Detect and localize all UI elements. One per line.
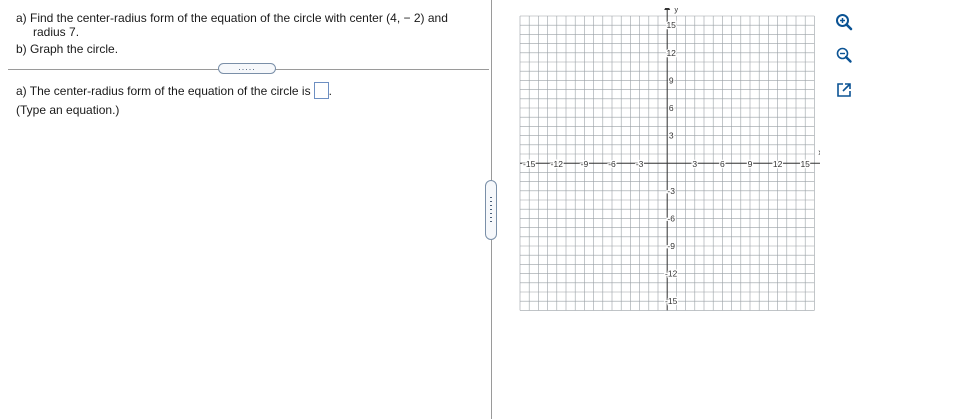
y-tick-label: 12 [666,48,676,58]
coordinate-grid[interactable]: x y -15 -12 -9 -6 -3 3 6 9 12 15 15 12 9 6 3 -3 -6 -9 -12 -15 [508,4,831,328]
popout-icon[interactable] [835,81,853,99]
x-tick-label: -6 [608,159,616,169]
x-tick-label: -15 [523,159,536,169]
x-tick-label: 6 [720,159,725,169]
question-pane: a) Find the center-radius form of the eq… [0,0,491,419]
y-axis-label: y [674,8,678,14]
y-tick-label: 15 [666,20,676,30]
answer-suffix: . [328,84,332,98]
x-tick-label: -3 [636,159,644,169]
grip-icon [490,197,492,223]
expand-more-button[interactable]: ..... [218,63,276,74]
zoom-in-icon[interactable] [835,13,853,31]
answer-prompt: a) The center-radius form of the equatio… [16,84,311,98]
x-tick-label: 12 [773,159,783,169]
x-tick-label: 15 [800,159,810,169]
pane-splitter-handle[interactable] [485,180,497,240]
question-line-b: b) Graph the circle. [16,42,119,56]
y-tick-label: -9 [667,241,675,251]
x-tick-label: 3 [692,159,697,169]
y-tick-label: 3 [669,131,674,141]
answer-hint: (Type an equation.) [16,103,120,117]
question-line-radius: radius 7. [33,25,80,39]
y-tick-label: -6 [667,213,675,223]
y-axis-arrow [664,4,671,10]
y-tick-label: 9 [669,75,674,85]
zoom-out-icon[interactable] [835,46,853,64]
answer-line: a) The center-radius form of the equatio… [16,81,332,99]
y-tick-label: 6 [669,103,674,113]
answer-input-box[interactable] [313,81,329,99]
x-tick-label: -12 [551,159,564,169]
x-tick-label: 9 [748,159,753,169]
y-tick-label: -15 [665,296,678,306]
x-axis-label: x [818,148,820,157]
y-tick-label: -12 [665,269,678,279]
y-tick-label: -3 [667,186,675,196]
graph-area[interactable]: x y -15 -12 -9 -6 -3 3 6 9 12 15 15 12 9 6 3 -3 -6 -9 -12 -15 [508,4,831,328]
question-line-a: a) Find the center-radius form of the eq… [16,11,448,25]
x-tick-label: -9 [581,159,589,169]
